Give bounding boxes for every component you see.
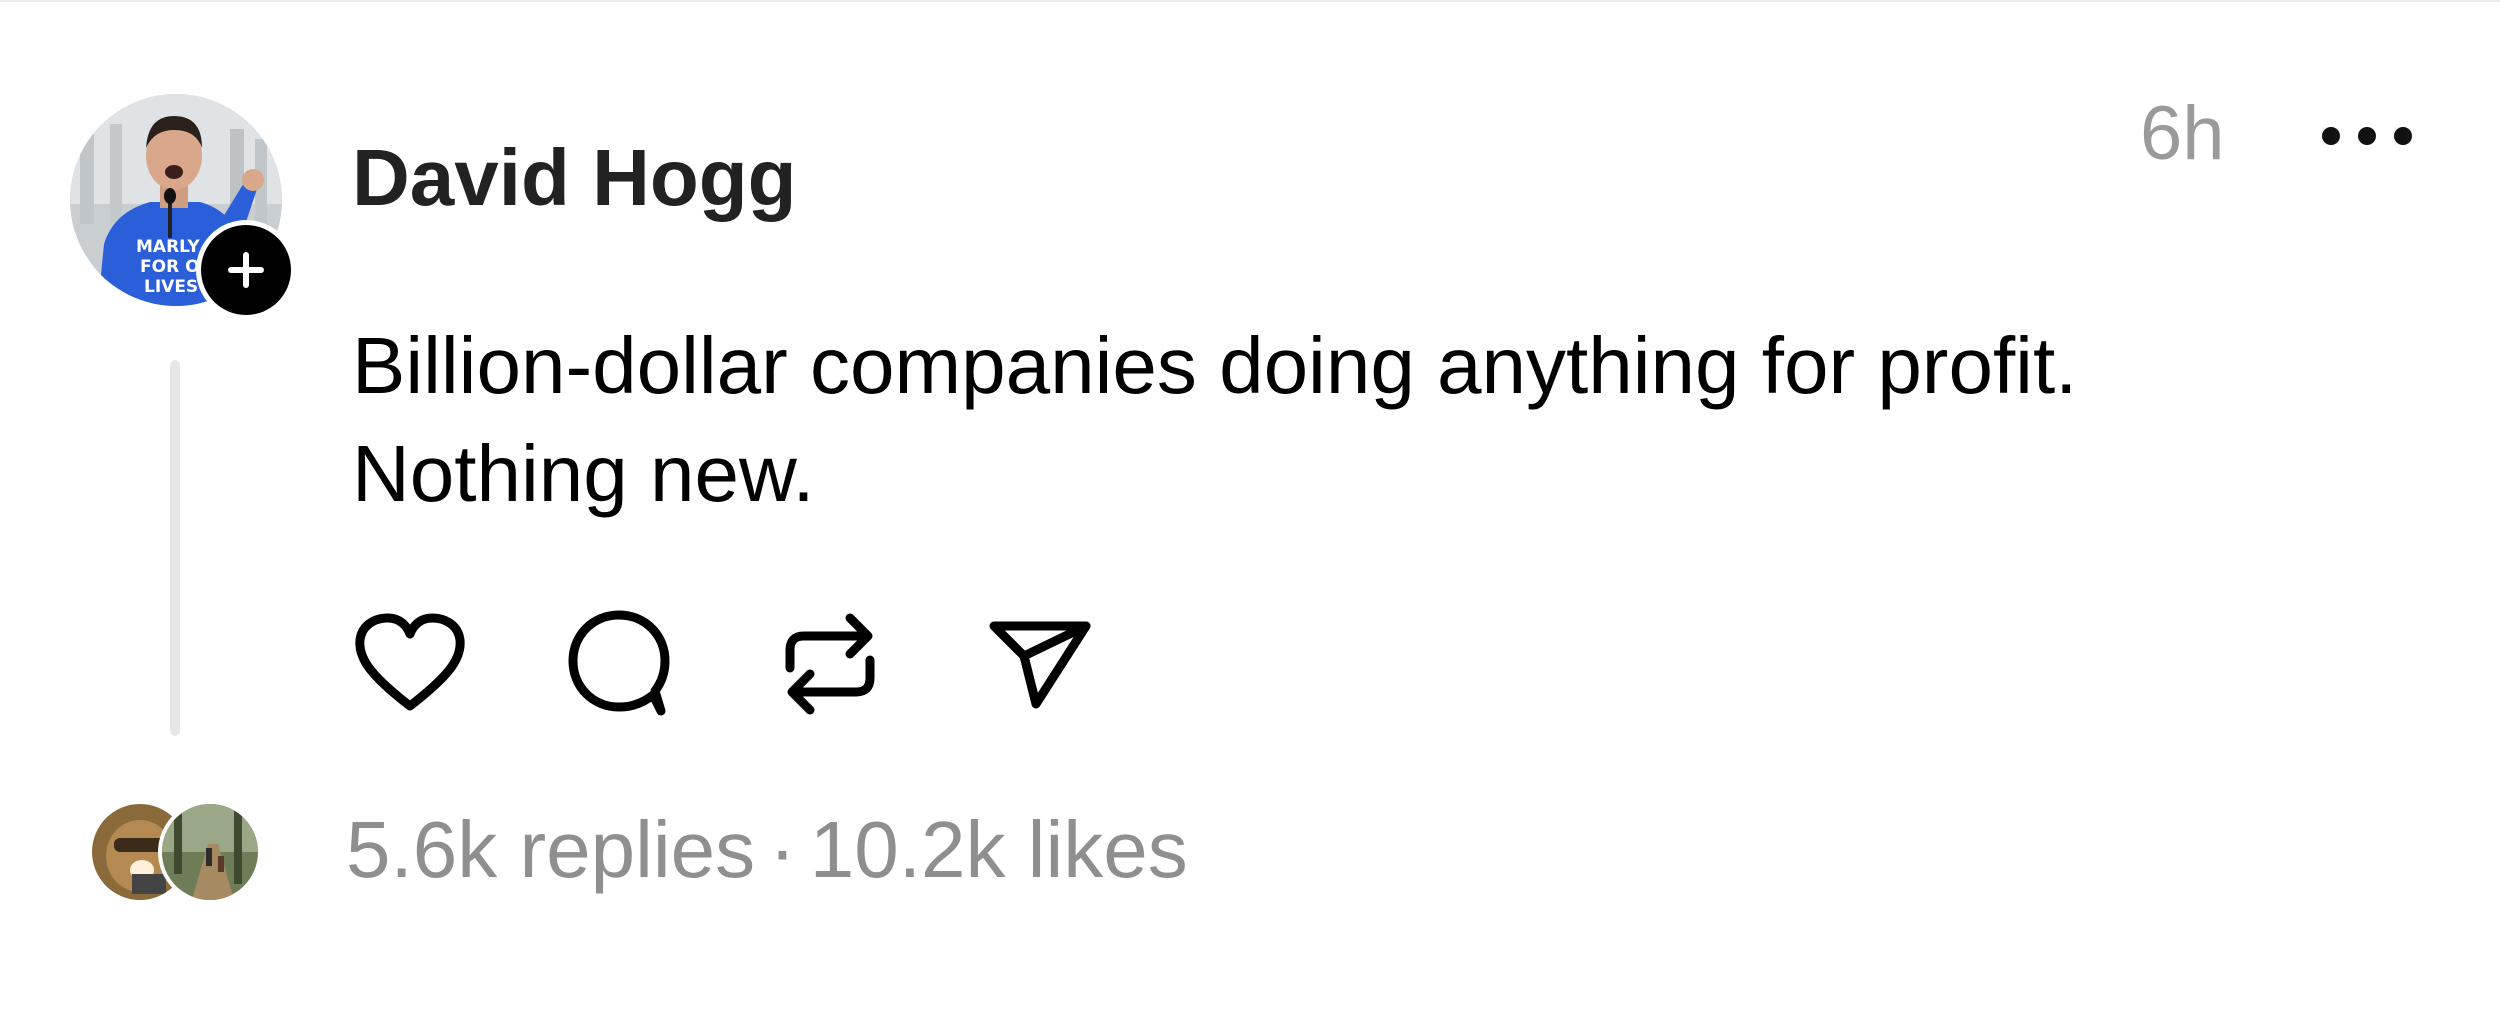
follow-badge[interactable] [201,225,291,315]
replier-avatars[interactable] [88,800,268,904]
post-text: Billion-dollar companies doing anything … [352,312,2352,528]
comment-icon [568,610,670,716]
shirt-text-line-3: LIVES [144,277,198,297]
repost-button[interactable] [770,604,890,724]
send-icon [989,621,1091,709]
post-text-line: Nothing new. [352,429,815,518]
stats-separator: · [769,805,796,894]
replier-avatar [158,800,262,904]
heart-icon [355,613,465,711]
more-dot [2358,127,2376,145]
like-count[interactable]: 10.2k likes [810,805,1188,894]
like-button[interactable] [350,604,470,724]
author-avatar-container[interactable]: MARLY FOR OI LIVES [70,94,296,320]
replier-avatar-image [162,804,258,900]
more-options-button[interactable] [2322,116,2412,156]
more-dot [2322,127,2340,145]
post-text-line: Billion-dollar companies doing anything … [352,321,2078,410]
repost-icon [785,613,875,715]
author-name[interactable]: David Hogg [352,130,796,226]
more-dot [2394,127,2412,145]
thread-line [170,360,180,736]
reply-button[interactable] [560,604,680,724]
post-stats: 5.6k replies · 10.2k likes [346,798,1188,902]
reply-count[interactable]: 5.6k replies [346,805,755,894]
post-timestamp: 6h [2140,91,2225,176]
share-button[interactable] [980,604,1100,724]
plus-icon [228,252,264,288]
follow-button[interactable] [196,220,296,320]
shirt-text-line-1: MARLY [136,237,200,257]
top-divider [0,0,2500,2]
